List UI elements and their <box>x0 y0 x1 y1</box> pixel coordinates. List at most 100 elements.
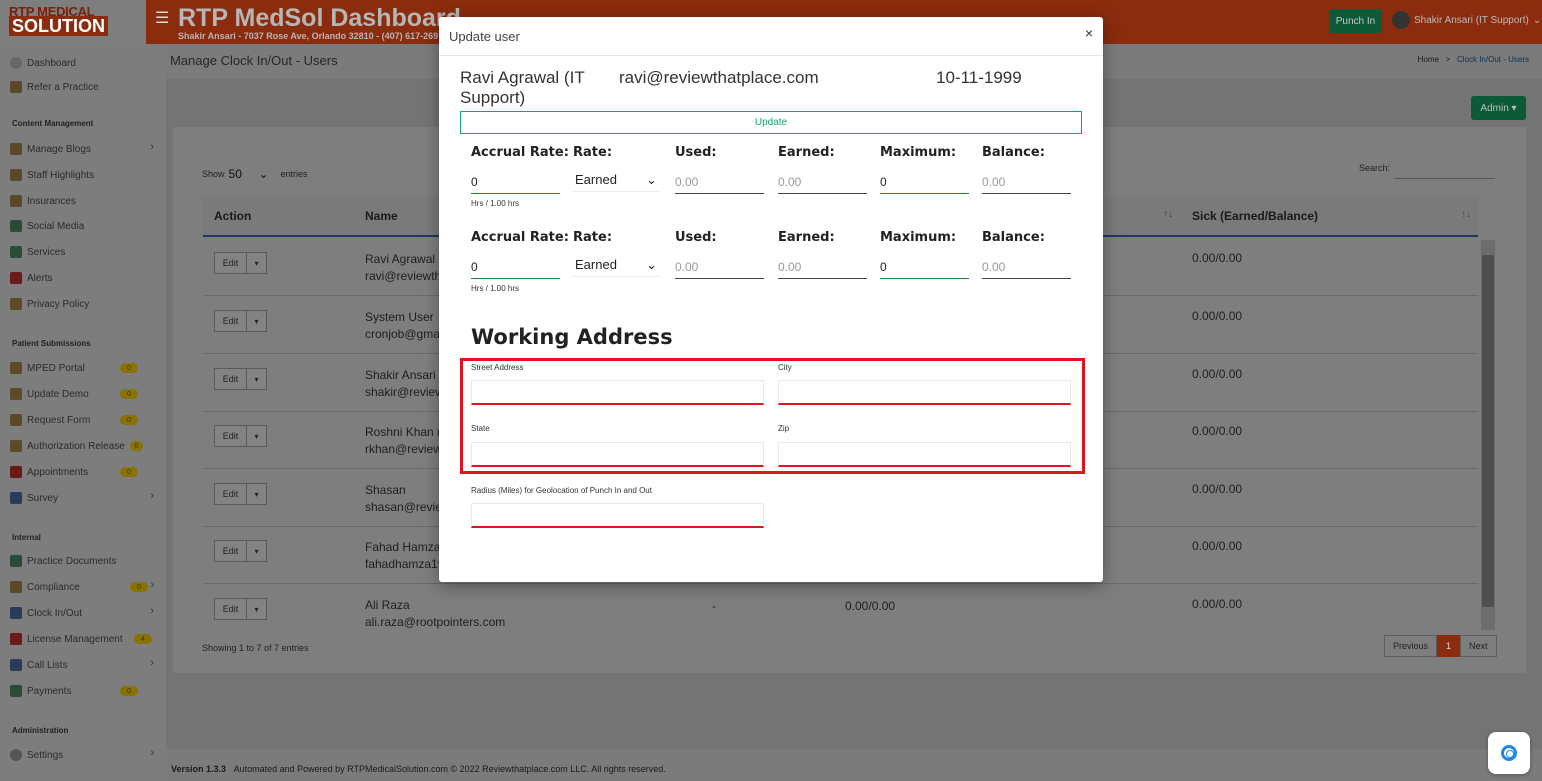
admin-label: Admin <box>1480 102 1509 114</box>
count-badge: 4 <box>134 634 152 644</box>
search-input[interactable] <box>1395 178 1495 179</box>
sidebar-item-refer[interactable]: Refer a Practice <box>10 79 160 95</box>
sidebar-item-license[interactable]: License Management 4 <box>10 631 160 647</box>
sidebar-item-mped[interactable]: MPED Portal 0 <box>10 360 160 376</box>
caret-down-icon[interactable]: ▾ <box>247 368 267 390</box>
user-cell: Roshni Khan (I rkhan@review <box>365 424 444 458</box>
sidebar-item-label: Dashboard <box>27 57 76 69</box>
alert-icon <box>10 272 22 284</box>
sort-icon[interactable]: ↑↓ <box>1163 209 1173 220</box>
maximum-input[interactable]: 0 <box>880 255 969 279</box>
caret-down-icon[interactable]: ▾ <box>247 252 267 274</box>
street-address-input[interactable] <box>471 380 764 405</box>
used-input[interactable]: 0.00 <box>675 170 764 194</box>
sidebar-item-blogs[interactable]: Manage Blogs › <box>10 141 160 157</box>
chevron-right-icon: › <box>150 657 154 669</box>
balance-input[interactable]: 0.00 <box>982 170 1071 194</box>
column-name[interactable]: Name <box>365 209 398 223</box>
version-label: Version 1.3.3 <box>171 764 227 774</box>
sort-icon[interactable]: ↑↓ <box>1461 209 1471 220</box>
sidebar-item-label: Call Lists <box>27 659 68 671</box>
zip-input[interactable] <box>778 442 1071 467</box>
form-icon <box>10 414 22 426</box>
page-button-current[interactable]: 1 <box>1437 635 1461 657</box>
sidebar-item-payments[interactable]: Payments 0 <box>10 683 160 699</box>
state-input[interactable] <box>471 442 764 467</box>
services-icon <box>10 246 22 258</box>
pagination: Previous 1 Next <box>1384 635 1497 657</box>
rate-select[interactable]: Earned ⌄ <box>572 253 660 277</box>
caret-down-icon[interactable]: ▾ <box>247 425 267 447</box>
chevron-right-icon: › <box>150 490 154 502</box>
logo[interactable]: RTP MEDICAL SOLUTION <box>0 0 146 44</box>
accrual-rate-input[interactable]: 0 <box>471 255 560 279</box>
caret-down-icon[interactable]: ▾ <box>247 310 267 332</box>
edit-button[interactable]: Edit <box>214 368 247 390</box>
sidebar-item-update-demo[interactable]: Update Demo 0 <box>10 386 160 402</box>
rate-label: Rate: <box>573 145 613 160</box>
entries-select[interactable]: 50 ⌄ <box>229 167 277 181</box>
working-address-title: Working Address <box>471 325 673 349</box>
earned-label: Earned: <box>778 230 835 245</box>
authorization-icon <box>10 440 22 452</box>
next-page-button[interactable]: Next <box>1460 635 1497 657</box>
sidebar-item-insurances[interactable]: Insurances <box>10 193 160 209</box>
radius-input[interactable] <box>471 503 764 528</box>
sidebar-item-services[interactable]: Services <box>10 244 160 260</box>
previous-page-button[interactable]: Previous <box>1384 635 1438 657</box>
user-menu[interactable]: Shakir Ansari (IT Support) ⌄ <box>1392 11 1541 29</box>
edit-button[interactable]: Edit <box>214 310 247 332</box>
hamburger-icon[interactable]: ☰ <box>155 8 169 28</box>
maximum-input[interactable]: 0 <box>880 170 969 194</box>
punch-in-button[interactable]: Punch In <box>1329 9 1382 33</box>
accrual-rate-input[interactable]: 0 <box>471 170 560 194</box>
sidebar-item-settings[interactable]: Settings › <box>10 747 160 763</box>
sidebar-item-survey[interactable]: Survey › <box>10 490 160 506</box>
status-cell: - <box>712 599 716 613</box>
sidebar-item-social[interactable]: Social Media <box>10 218 160 234</box>
edit-button[interactable]: Edit <box>214 252 247 274</box>
sidebar-item-alerts[interactable]: Alerts <box>10 270 160 286</box>
earned-input[interactable]: 0.00 <box>778 255 867 279</box>
sidebar-item-staff[interactable]: Staff Highlights <box>10 167 160 183</box>
sidebar-item-compliance[interactable]: Compliance 0 › <box>10 579 160 595</box>
sidebar-item-privacy[interactable]: Privacy Policy <box>10 296 160 312</box>
user-name: Ali Raza <box>365 598 410 612</box>
caret-down-icon[interactable]: ▾ <box>247 483 267 505</box>
close-icon[interactable]: × <box>1085 25 1093 41</box>
copyright-text: Automated and Powered by RTPMedicalSolut… <box>233 764 666 774</box>
column-sick[interactable]: Sick (Earned/Balance) <box>1192 209 1318 223</box>
rate-select[interactable]: Earned ⌄ <box>572 168 660 192</box>
edit-button[interactable]: Edit <box>214 483 247 505</box>
help-button[interactable] <box>1488 732 1530 774</box>
maximum-label: Maximum: <box>880 145 957 160</box>
admin-dropdown-button[interactable]: Admin ▾ <box>1471 96 1526 120</box>
caret-down-icon[interactable]: ▾ <box>247 540 267 562</box>
caret-down-icon[interactable]: ▾ <box>247 598 267 620</box>
sidebar-item-authorization[interactable]: Authorization Release 0 <box>10 438 160 454</box>
edit-button-group: Edit ▾ <box>214 598 267 620</box>
user-cell: Ali Raza ali.raza@rootpointers.com <box>365 597 505 631</box>
update-button[interactable]: Update <box>460 111 1082 134</box>
edit-button[interactable]: Edit <box>214 425 247 447</box>
used-input[interactable]: 0.00 <box>675 255 764 279</box>
sidebar-item-practice-docs[interactable]: Practice Documents <box>10 553 160 569</box>
update-user-modal: Update user × Ravi Agrawal (IT Support) … <box>439 17 1103 582</box>
sidebar-item-clock[interactable]: Clock In/Out › <box>10 605 160 621</box>
sidebar-item-label: Survey <box>27 492 59 504</box>
edit-button[interactable]: Edit <box>214 540 247 562</box>
earned-input[interactable]: 0.00 <box>778 170 867 194</box>
state-label: State <box>471 424 490 433</box>
sidebar-item-appointments[interactable]: Appointments 0 <box>10 464 160 480</box>
balance-input[interactable]: 0.00 <box>982 255 1071 279</box>
breadcrumb-home[interactable]: Home <box>1418 55 1439 64</box>
edit-button[interactable]: Edit <box>214 598 247 620</box>
sidebar-item-dashboard[interactable]: Dashboard <box>10 55 160 71</box>
city-input[interactable] <box>778 380 1071 405</box>
sick-cell: 0.00/0.00 <box>1192 251 1243 265</box>
sidebar-item-call-lists[interactable]: Call Lists › <box>10 657 160 673</box>
scrollbar-thumb[interactable] <box>1482 255 1494 607</box>
calendar-icon <box>10 466 22 478</box>
avatar <box>1392 11 1410 29</box>
sidebar-item-request-form[interactable]: Request Form 0 <box>10 412 160 428</box>
